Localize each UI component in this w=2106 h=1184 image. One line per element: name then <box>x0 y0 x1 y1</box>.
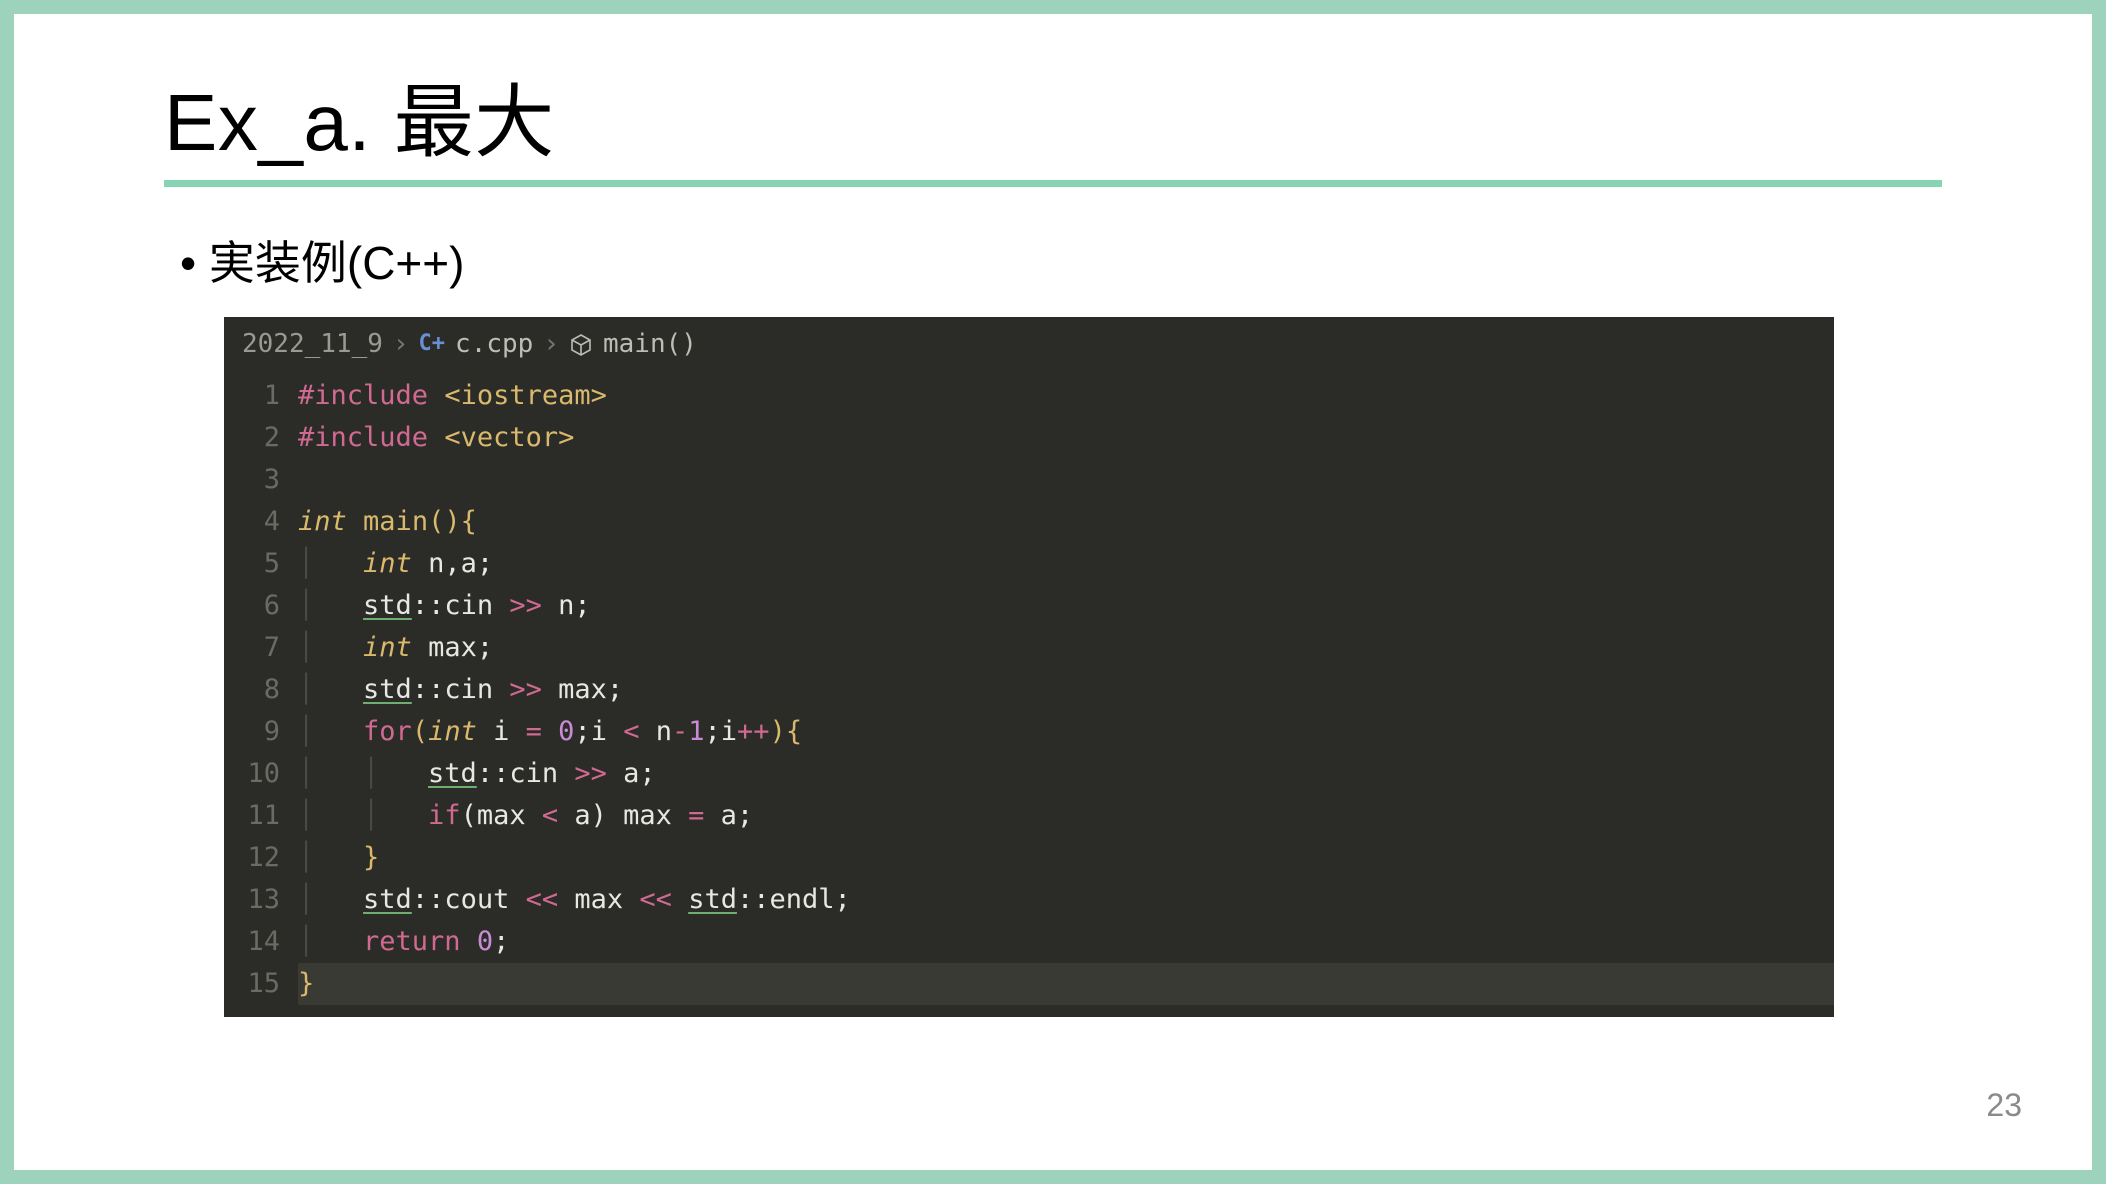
cube-symbol-icon <box>569 323 593 365</box>
code-line: │ return 0; <box>298 921 1834 963</box>
code-line: │ for(int i = 0;i < n-1;i++){ <box>298 711 1834 753</box>
breadcrumb-symbol: main() <box>603 323 697 365</box>
breadcrumb-folder: 2022_11_9 <box>242 323 383 365</box>
breadcrumb-file: c.cpp <box>455 323 533 365</box>
chevron-right-icon: › <box>393 323 409 365</box>
code-body: 123456789101112131415 #include <iostream… <box>224 369 1834 1017</box>
code-line: │ std::cin >> n; <box>298 585 1834 627</box>
slide-title: Ex_a. 最大 <box>164 58 1942 174</box>
bullet-implementation: 実装例(C++) <box>180 227 1942 293</box>
code-line: #include <vector> <box>298 417 1834 459</box>
code-editor-screenshot: 2022_11_9 › C+ c.cpp › main() 1234567891… <box>224 317 1834 1017</box>
code-line: } <box>298 963 1834 1005</box>
code-line: │ │ if(max < a) max = a; <box>298 795 1834 837</box>
slide-frame: Ex_a. 最大 実装例(C++) 2022_11_9 › C+ c.cpp ›… <box>0 0 2106 1184</box>
title-underline <box>164 180 1942 187</box>
slide-content: Ex_a. 最大 実装例(C++) 2022_11_9 › C+ c.cpp ›… <box>14 14 2092 1170</box>
code-line <box>298 459 1834 501</box>
cpp-file-icon: C+ <box>419 323 446 365</box>
line-number-gutter: 123456789101112131415 <box>224 369 298 1017</box>
code-line: │ int n,a; <box>298 543 1834 585</box>
code-line: │ │ std::cin >> a; <box>298 753 1834 795</box>
code-line: #include <iostream> <box>298 375 1834 417</box>
source-code: #include <iostream> #include <vector> in… <box>298 369 1834 1017</box>
page-number: 23 <box>1986 1087 2022 1124</box>
code-line: │ std::cout << max << std::endl; <box>298 879 1834 921</box>
code-line: │ int max; <box>298 627 1834 669</box>
breadcrumb: 2022_11_9 › C+ c.cpp › main() <box>224 317 1834 369</box>
code-line: │ std::cin >> max; <box>298 669 1834 711</box>
code-line: │ } <box>298 837 1834 879</box>
code-line: int main(){ <box>298 501 1834 543</box>
chevron-right-icon: › <box>543 323 559 365</box>
